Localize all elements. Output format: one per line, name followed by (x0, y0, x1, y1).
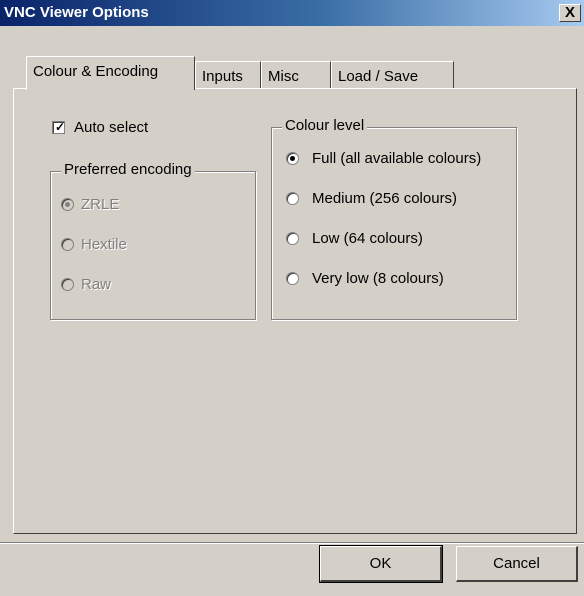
close-button[interactable]: X (559, 4, 581, 22)
close-icon: X (564, 4, 575, 21)
check-icon: ✓ (55, 120, 66, 134)
window-title: VNC Viewer Options (4, 4, 149, 21)
radio-button[interactable] (286, 272, 299, 285)
auto-select-label: Auto select (74, 119, 149, 136)
colour-option-full[interactable]: Full (all available colours) (286, 150, 516, 168)
auto-select-checkbox[interactable]: ✓ Auto select (52, 119, 212, 137)
colour-option-medium[interactable]: Medium (256 colours) (286, 190, 516, 208)
radio-button[interactable] (61, 278, 74, 291)
tab-colour-encoding[interactable]: Colour & Encoding (26, 56, 195, 90)
colour-level-label: Very low (8 colours) (312, 270, 444, 287)
tab-label: Colour & Encoding (33, 63, 159, 80)
ok-button[interactable]: OK (319, 545, 443, 583)
tab-panel: ✓ Auto select Preferred encoding ZRLE He… (13, 88, 577, 534)
colour-level-label: Medium (256 colours) (312, 190, 458, 207)
radio-button[interactable] (286, 152, 299, 165)
radio-button[interactable] (61, 198, 74, 211)
colour-level-label: Full (all available colours) (312, 150, 482, 167)
cancel-button-label: Cancel (493, 555, 540, 572)
colour-level-legend: Colour level (282, 117, 368, 134)
colour-option-very-low[interactable]: Very low (8 colours) (286, 270, 516, 288)
tab-label: Inputs (202, 68, 243, 85)
encoding-label: ZRLE (81, 196, 120, 213)
radio-button[interactable] (61, 238, 74, 251)
colour-level-label: Low (64 colours) (312, 230, 423, 247)
tab-inputs[interactable]: Inputs (195, 61, 261, 89)
tab-label: Load / Save (338, 68, 419, 85)
tab-misc[interactable]: Misc (261, 61, 331, 89)
colour-option-low[interactable]: Low (64 colours) (286, 230, 516, 248)
title-bar: VNC Viewer Options X (0, 0, 584, 26)
encoding-option-hextile[interactable]: Hextile (61, 236, 211, 254)
ok-button-label: OK (369, 555, 392, 572)
encoding-label: Hextile (81, 236, 127, 253)
radio-button[interactable] (286, 192, 299, 205)
checkbox-box[interactable]: ✓ (52, 120, 66, 134)
radio-selected-dot (65, 202, 70, 207)
colour-level-group: Colour level Full (all available colours… (271, 117, 517, 320)
encoding-label: Raw (81, 276, 112, 293)
tab-load-save[interactable]: Load / Save (331, 61, 454, 89)
radio-button[interactable] (286, 232, 299, 245)
tab-label: Misc (268, 68, 299, 85)
cancel-button[interactable]: Cancel (456, 546, 578, 582)
encoding-option-raw[interactable]: Raw (61, 276, 211, 294)
footer-divider (0, 542, 584, 544)
radio-selected-dot (290, 156, 295, 161)
encoding-option-zrle[interactable]: ZRLE (61, 196, 211, 214)
preferred-encoding-legend: Preferred encoding (61, 161, 195, 178)
preferred-encoding-group: Preferred encoding ZRLE Hextile Raw (50, 161, 256, 320)
